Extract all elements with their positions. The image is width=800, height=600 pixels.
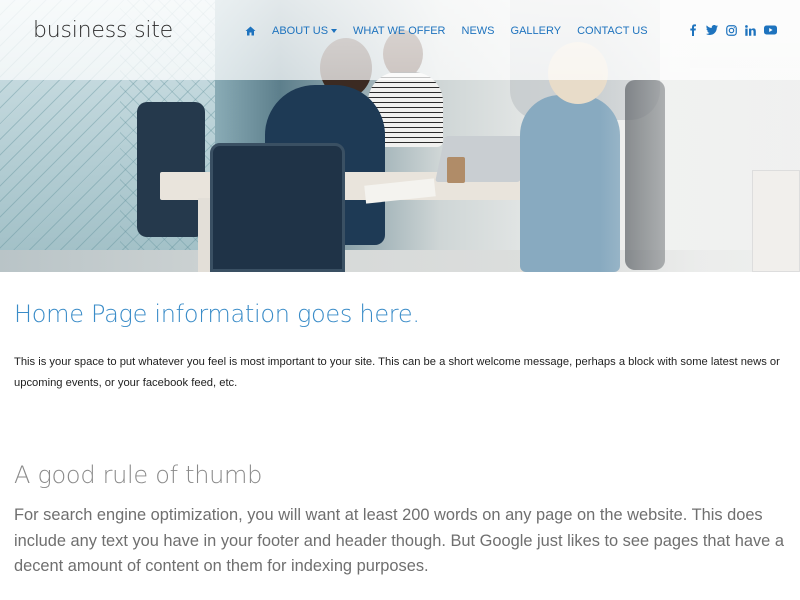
- page-heading: Home Page information goes here.: [14, 300, 420, 328]
- linkedin-icon: [745, 24, 756, 36]
- twitter-icon: [706, 25, 718, 35]
- intro-paragraph: This is your space to put whatever you f…: [14, 356, 780, 389]
- body-paragraph: For search engine optimization, you will…: [14, 506, 784, 575]
- nav-label: Contact Us: [577, 25, 648, 37]
- linkedin-link[interactable]: [745, 24, 756, 36]
- nav-home[interactable]: [245, 26, 256, 36]
- site-header: business site About Us What We Offer New…: [0, 0, 800, 80]
- nav-label: News: [461, 25, 495, 37]
- hero-chair: [137, 102, 205, 237]
- facebook-icon: [690, 24, 696, 36]
- nav-gallery[interactable]: Gallery: [511, 25, 562, 37]
- instagram-icon: [726, 24, 737, 36]
- youtube-icon: [764, 25, 777, 35]
- hero-cabinet: [752, 170, 800, 272]
- twitter-link[interactable]: [706, 25, 718, 35]
- nav-news[interactable]: News: [462, 25, 495, 37]
- chevron-down-icon: [331, 29, 338, 33]
- facebook-link[interactable]: [690, 24, 696, 36]
- instagram-link[interactable]: [726, 24, 737, 36]
- main-nav: About Us What We Offer News Gallery Cont…: [245, 25, 664, 37]
- hero-coffee-cup: [447, 157, 465, 183]
- nav-label: About Us: [272, 25, 329, 37]
- hero-table-leg: [198, 198, 210, 272]
- home-icon: [245, 26, 256, 36]
- nav-what-we-offer[interactable]: What We Offer: [353, 25, 445, 37]
- social-links: [690, 24, 785, 36]
- section-heading: A good rule of thumb: [14, 461, 263, 489]
- site-logo[interactable]: business site: [33, 18, 173, 43]
- nav-about-us[interactable]: About Us: [272, 25, 338, 37]
- hero-chair: [210, 143, 345, 272]
- nav-label: Gallery: [510, 25, 562, 37]
- nav-contact-us[interactable]: Contact Us: [577, 25, 648, 37]
- nav-label: What We Offer: [353, 25, 446, 37]
- youtube-link[interactable]: [764, 25, 777, 35]
